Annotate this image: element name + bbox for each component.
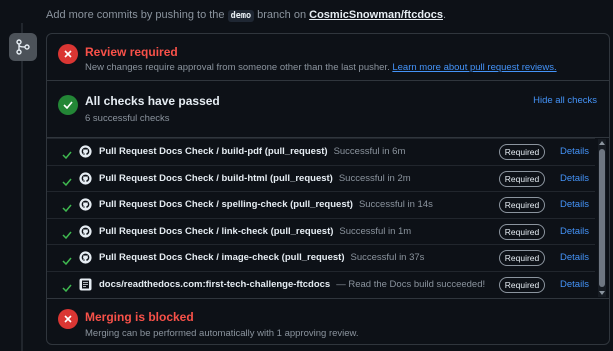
blocked-title: Merging is blocked (85, 310, 194, 324)
details-link[interactable]: Details (560, 252, 589, 263)
check-title: Pull Request Docs Check / build-pdf (pul… (99, 146, 328, 157)
check-row: Pull Request Docs Check / link-check (pu… (47, 217, 595, 245)
check-name: Pull Request Docs Check / image-check (p… (99, 252, 424, 263)
check-status: Successful in 37s (350, 252, 425, 264)
details-link[interactable]: Details (560, 173, 589, 184)
timeline-line (21, 23, 23, 351)
details-link[interactable]: Details (560, 226, 589, 237)
checks-subtitle: 6 successful checks (85, 113, 170, 124)
hint-prefix: Add more commits by pushing to the (46, 9, 225, 21)
scroll-up-arrow[interactable] (599, 141, 605, 145)
hint-middle: branch on (257, 9, 307, 21)
check-row: Pull Request Docs Check / build-pdf (pul… (47, 138, 595, 165)
check-mark-icon (62, 279, 72, 297)
check-row: docs/readthedocs.com:first-tech-challeng… (47, 271, 595, 298)
check-row: Pull Request Docs Check / spelling-check… (47, 191, 595, 218)
github-icon (79, 172, 92, 185)
required-badge: Required (499, 170, 545, 187)
required-badge: Required (499, 277, 545, 293)
merge-box: Review required New changes require appr… (46, 33, 610, 345)
check-name: docs/readthedocs.com:first-tech-challeng… (99, 279, 485, 290)
check-name: Pull Request Docs Check / build-html (pu… (99, 173, 411, 184)
review-subtitle: New changes require approval from someon… (85, 62, 557, 73)
check-title: Pull Request Docs Check / link-check (pu… (99, 225, 334, 237)
required-badge: Required (499, 197, 545, 214)
checks-list: docs/readthedocs.com:first-tech-challeng… (47, 138, 609, 298)
check-row: Pull Request Docs Check / build-html (pu… (47, 164, 595, 192)
check-mark-icon (62, 252, 72, 270)
learn-more-link[interactable]: Learn more about pull request reviews. (392, 62, 556, 73)
check-status: — Read the Docs build succeeded! (336, 279, 486, 290)
hint-suffix: . (443, 9, 447, 21)
check-mark-icon (62, 173, 72, 191)
check-status: Successful in 14s (358, 199, 433, 211)
scroll-down-arrow[interactable] (599, 291, 605, 295)
details-link[interactable]: Details (560, 279, 589, 290)
check-mark-icon (62, 199, 72, 217)
check-title: Pull Request Docs Check / build-html (pu… (99, 172, 333, 184)
check-name: Pull Request Docs Check / link-check (pu… (99, 226, 411, 237)
scrollbar[interactable] (598, 139, 606, 297)
check-title: docs/readthedocs.com:first-tech-challeng… (99, 279, 331, 290)
github-icon (79, 198, 92, 211)
github-icon (79, 145, 92, 158)
scroll-thumb[interactable] (599, 149, 605, 287)
github-icon (79, 225, 92, 238)
check-status: Successful in 1m (339, 225, 412, 237)
details-link[interactable]: Details (560, 199, 589, 210)
hide-all-checks-link[interactable]: Hide all checks (533, 95, 597, 106)
check-title: Pull Request Docs Check / image-check (p… (99, 252, 345, 264)
branch-name[interactable]: demo (227, 10, 255, 22)
check-row: Pull Request Docs Check / image-check (p… (47, 244, 595, 271)
required-badge: Required (499, 223, 545, 240)
review-subtitle-text: New changes require approval from someon… (85, 62, 390, 73)
review-title: Review required (85, 45, 178, 59)
git-merge-icon (9, 33, 37, 61)
required-badge: Required (499, 250, 545, 267)
check-status: Successful in 2m (338, 172, 411, 184)
check-name: Pull Request Docs Check / spelling-check… (99, 199, 433, 210)
blocked-subtitle: Merging can be performed automatically w… (85, 328, 359, 339)
x-circle-icon (58, 309, 78, 329)
checks-section: All checks have passed 6 successful chec… (47, 81, 609, 138)
checks-title: All checks have passed (85, 94, 220, 108)
details-link[interactable]: Details (560, 146, 589, 157)
merging-blocked-section: Merging is blocked Merging can be perfor… (47, 298, 609, 344)
check-title: Pull Request Docs Check / spelling-check… (99, 199, 353, 211)
check-mark-icon (62, 226, 72, 244)
check-mark-icon (62, 146, 72, 164)
required-badge: Required (499, 144, 545, 160)
repo-link[interactable]: CosmicSnowman/ftcdocs (309, 9, 443, 21)
github-icon (79, 251, 92, 264)
push-hint: Add more commits by pushing to the demo … (46, 9, 447, 22)
check-circle-icon (58, 95, 78, 115)
check-name: Pull Request Docs Check / build-pdf (pul… (99, 146, 405, 157)
review-required-section: Review required New changes require appr… (47, 34, 609, 81)
x-circle-icon (58, 44, 78, 64)
readthedocs-icon (79, 278, 92, 291)
check-status: Successful in 6m (333, 146, 406, 157)
